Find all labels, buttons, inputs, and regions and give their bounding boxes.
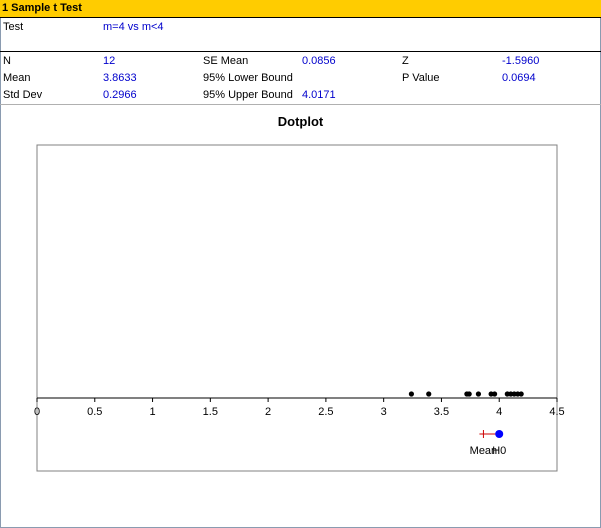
x-tick-label: 0 [34,406,40,418]
x-tick-label: 1 [149,406,155,418]
x-tick-label: 3.5 [434,406,449,418]
h0-marker-label: H0 [492,445,506,457]
data-point [492,391,498,397]
x-tick-label: 1.5 [203,406,218,418]
x-tick-label: 0.5 [87,406,102,418]
plot-area [36,144,558,472]
x-tick-label: 4 [496,406,502,418]
x-tick-label: 2.5 [318,406,333,418]
dotplot-chart: 0 0.5 1 1.5 2 2.5 3 3.5 4 4.5 MeanH0 [34,144,565,472]
x-tick-label: 2 [265,406,271,418]
data-point [475,391,482,397]
data-point [466,391,472,397]
data-point [408,391,414,397]
x-tick-label: 3 [381,406,387,418]
data-point [426,391,432,397]
data-point [518,391,524,397]
h0-marker [495,430,504,438]
x-tick-label: 4.5 [549,406,564,418]
